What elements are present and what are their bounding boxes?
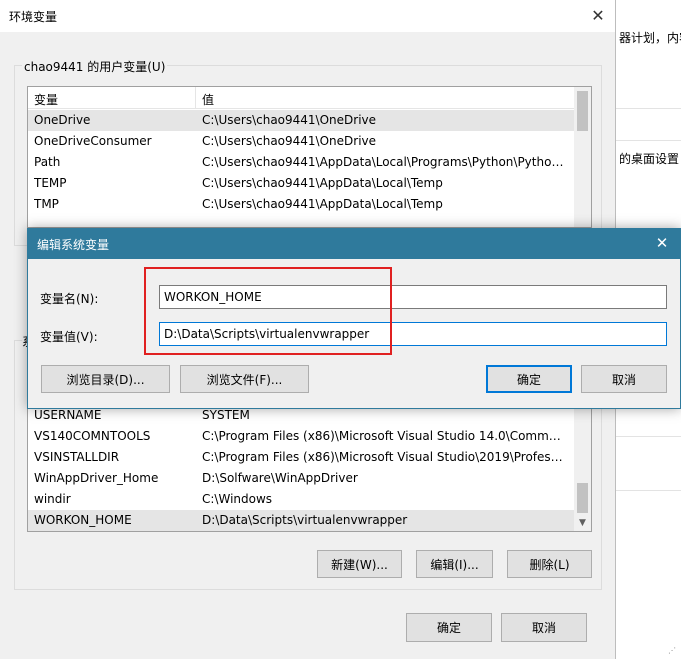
cancel-button[interactable]: 取消 [501, 613, 587, 642]
table-row[interactable]: TEMP C:\Users\chao9441\AppData\Local\Tem… [28, 173, 574, 194]
variable-value: C:\Users\chao9441\AppData\Local\Temp [202, 197, 443, 211]
variable-name: WORKON_HOME [34, 513, 132, 527]
variable-value: C:\Users\chao9441\AppData\Local\Temp [202, 176, 443, 190]
user-list-scrollbar[interactable] [574, 87, 591, 227]
window-title: 环境变量 [9, 10, 58, 24]
browse-file-button[interactable]: 浏览文件(F)... [180, 365, 309, 393]
edit-system-variable-dialog: 编辑系统变量 ✕ 变量名(N): WORKON_HOME 变量值(V): D:\… [27, 228, 681, 409]
table-row[interactable]: VSINSTALLDIR C:\Program Files (x86)\Micr… [28, 447, 574, 468]
variable-name-input[interactable]: WORKON_HOME [159, 285, 667, 309]
user-variables-list[interactable]: 变量 值 OneDrive C:\Users\chao9441\OneDrive… [27, 86, 592, 228]
table-row[interactable]: Path C:\Users\chao9441\AppData\Local\Pro… [28, 152, 574, 173]
edit-variable-button[interactable]: 编辑(I)... [416, 550, 493, 578]
background-divider [616, 490, 681, 491]
variable-name: TEMP [34, 176, 67, 190]
column-header-variable[interactable]: 变量 [34, 91, 58, 108]
background-divider [616, 108, 681, 109]
ok-button[interactable]: 确定 [486, 365, 572, 393]
variable-value: D:\Solfware\WinAppDriver [202, 471, 358, 485]
variable-value: SYSTEM [202, 408, 250, 422]
ok-button[interactable]: 确定 [406, 613, 492, 642]
background-divider [616, 436, 681, 437]
delete-variable-button[interactable]: 删除(L) [507, 550, 592, 578]
close-icon[interactable]: ✕ [587, 4, 609, 26]
cancel-button[interactable]: 取消 [581, 365, 667, 393]
chevron-down-icon[interactable]: ▼ [574, 514, 591, 531]
variable-value: C:\Users\chao9441\AppData\Local\Programs… [202, 155, 568, 169]
variable-value: D:\Data\Scripts\virtualenvwrapper [202, 513, 408, 527]
column-header-value[interactable]: 值 [202, 91, 214, 108]
table-row[interactable]: windir C:\Windows [28, 489, 574, 510]
variable-name: USERNAME [34, 408, 102, 422]
variable-name: TMP [34, 197, 59, 211]
variable-name: VSINSTALLDIR [34, 450, 120, 464]
dialog-titlebar[interactable]: 编辑系统变量 ✕ [28, 229, 680, 259]
variable-name: Path [34, 155, 61, 169]
background-divider [616, 140, 681, 141]
close-icon[interactable]: ✕ [652, 233, 672, 253]
variable-name-label: 变量名(N): [40, 292, 99, 306]
table-row[interactable]: WORKON_HOME D:\Data\Scripts\virtualenvwr… [28, 510, 574, 531]
table-row[interactable]: VS140COMNTOOLS C:\Program Files (x86)\Mi… [28, 426, 574, 447]
variable-value: C:\Windows [202, 492, 273, 506]
variable-value-input[interactable]: D:\Data\Scripts\virtualenvwrapper [159, 322, 667, 346]
window-titlebar[interactable]: 环境变量 ✕ [0, 0, 615, 32]
table-row[interactable]: OneDrive C:\Users\chao9441\OneDrive [28, 110, 574, 131]
background-text-1: 器计划，内容 [619, 31, 681, 45]
variable-value: C:\Users\chao9441\OneDrive [202, 134, 377, 148]
column-separator[interactable] [195, 87, 196, 109]
variable-name: OneDriveConsumer [34, 134, 152, 148]
variable-name: WinAppDriver_Home [34, 471, 159, 485]
scrollbar-thumb[interactable] [577, 483, 588, 513]
user-variables-label: chao9441 的用户变量(U) [22, 58, 168, 75]
variable-name: windir [34, 492, 71, 506]
resize-grip-icon[interactable]: ⋰ [668, 646, 676, 655]
dialog-title: 编辑系统变量 [37, 238, 110, 252]
list-header: 变量 值 [28, 87, 591, 109]
table-row[interactable]: TMP C:\Users\chao9441\AppData\Local\Temp [28, 194, 574, 215]
browse-directory-button[interactable]: 浏览目录(D)... [41, 365, 170, 393]
variable-value-label: 变量值(V): [40, 330, 98, 344]
scrollbar-thumb[interactable] [577, 91, 588, 131]
background-text-2: 的桌面设置 [619, 152, 680, 166]
variable-name: VS140COMNTOOLS [34, 429, 151, 443]
table-row[interactable]: OneDriveConsumer C:\Users\chao9441\OneDr… [28, 131, 574, 152]
variable-value: C:\Program Files (x86)\Microsoft Visual … [202, 429, 568, 443]
new-variable-button[interactable]: 新建(W)... [317, 550, 402, 578]
variable-value: C:\Users\chao9441\OneDrive [202, 113, 377, 127]
variable-name: OneDrive [34, 113, 91, 127]
variable-value: C:\Program Files (x86)\Microsoft Visual … [202, 450, 568, 464]
table-row[interactable]: WinAppDriver_Home D:\Solfware\WinAppDriv… [28, 468, 574, 489]
